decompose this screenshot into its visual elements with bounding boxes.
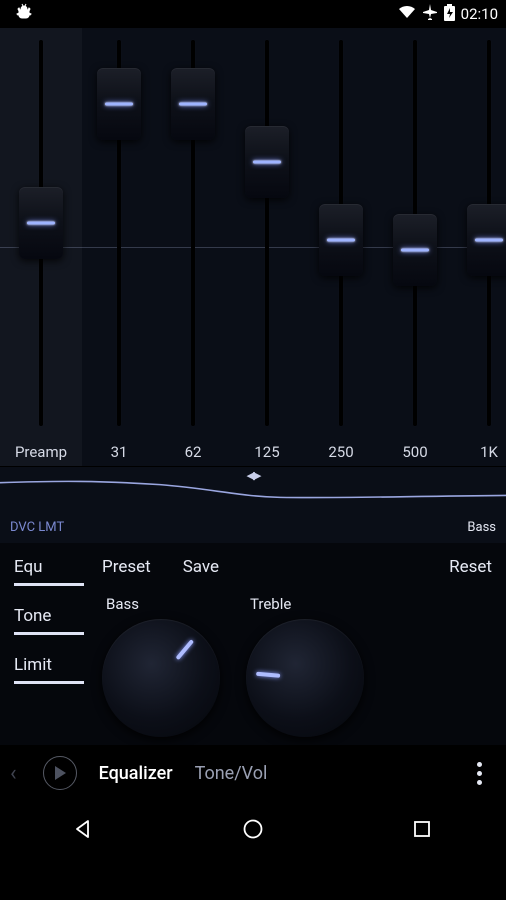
bass-knob-label: Bass [106,595,139,613]
nav-recent-icon[interactable] [400,807,444,851]
status-bar: 02:10 [0,0,506,28]
band-label-500: 500 [378,438,452,466]
band-label-125: 125 [230,438,304,466]
bottom-tab-bar: ‹ Equalizer Tone/Vol [0,745,506,801]
equ-toggle[interactable]: Equ [14,557,84,586]
preamp-label: Preamp [0,438,82,466]
controls-panel: Equ Tone Limit Preset Save Reset Bass Tr… [0,543,506,745]
battery-charging-icon [444,4,455,25]
band-label-250: 250 [304,438,378,466]
knob-row: Bass Treble [102,595,492,737]
band-column-250: 250 [304,28,378,466]
play-button[interactable] [43,756,77,790]
tone-toggle[interactable]: Tone [14,606,84,635]
preset-name-label: Bass [467,520,496,535]
airplane-icon [422,4,438,24]
band-column-31: 31 [82,28,156,466]
band-slider-250[interactable] [304,28,378,438]
equalizer-sliders: Preamp 31621252505001K [0,28,506,466]
tab-tonevol[interactable]: Tone/Vol [195,763,268,784]
curve-handle-icon[interactable]: ◀▶ [247,469,260,482]
eq-bands: 31621252505001K [82,28,506,466]
band-label-62: 62 [156,438,230,466]
band-label-1K: 1K [452,438,506,466]
toggle-column: Equ Tone Limit [14,557,84,737]
bass-knob[interactable] [102,619,220,737]
save-button[interactable]: Save [183,557,219,577]
android-nav-bar [0,801,506,857]
band-slider-500[interactable] [378,28,452,438]
tab-equalizer[interactable]: Equalizer [99,763,173,784]
treble-knob-label: Treble [250,595,291,613]
treble-knob[interactable] [246,619,364,737]
debug-icon [16,3,32,25]
band-column-125: 125 [230,28,304,466]
band-column-500: 500 [378,28,452,466]
back-chevron-icon[interactable]: ‹ [10,761,17,786]
band-label-31: 31 [82,438,156,466]
band-column-1K: 1K [452,28,506,466]
band-slider-125[interactable] [230,28,304,438]
status-time: 02:10 [461,5,498,23]
response-curve[interactable]: ◀▶ [0,466,506,516]
dvc-lmt-label: DVC LMT [10,520,64,535]
wifi-icon [398,5,416,23]
band-column-62: 62 [156,28,230,466]
nav-back-icon[interactable] [62,807,106,851]
reset-button[interactable]: Reset [449,557,492,577]
preset-button[interactable]: Preset [102,557,151,577]
band-slider-1K[interactable] [452,28,506,438]
band-slider-31[interactable] [82,28,156,438]
limit-toggle[interactable]: Limit [14,655,84,684]
action-row: Preset Save Reset [102,557,492,577]
preamp-slider[interactable] [0,28,82,438]
more-menu-icon[interactable] [469,754,490,793]
curve-labels: DVC LMT Bass [0,516,506,543]
nav-home-icon[interactable] [231,807,275,851]
preamp-column: Preamp [0,28,82,466]
band-slider-62[interactable] [156,28,230,438]
